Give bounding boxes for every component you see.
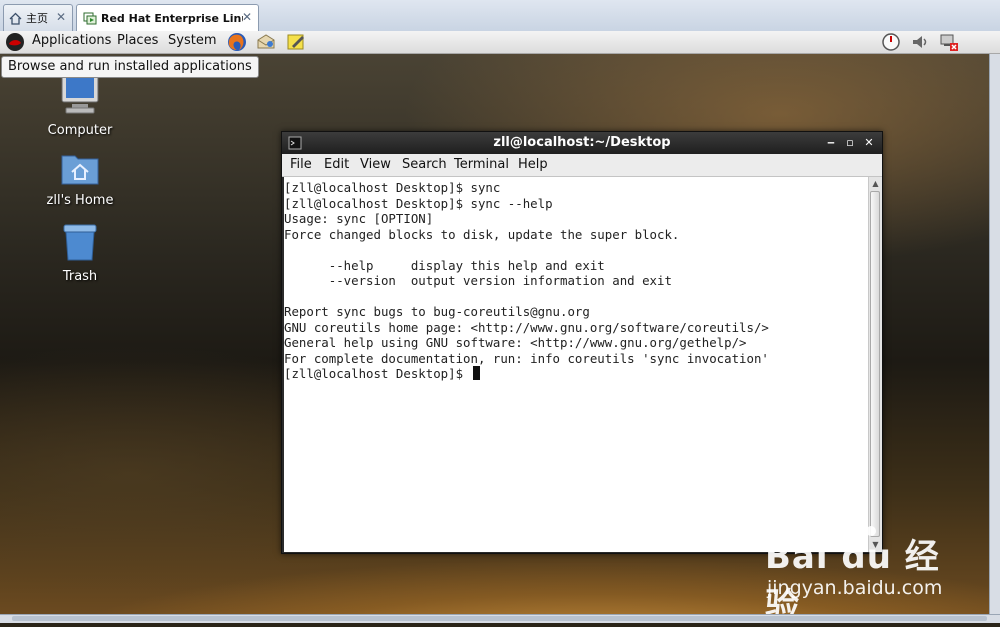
tab-home[interactable]: 主页 ✕: [3, 4, 73, 31]
terminal-text: [zll@localhost Desktop]$ sync [zll@local…: [284, 177, 868, 382]
host-vertical-scrollbar[interactable]: [989, 54, 1000, 614]
terminal-line: --version output version information and…: [328, 273, 672, 288]
maximize-icon[interactable]: ▫: [842, 135, 858, 151]
trash-icon: [63, 224, 97, 261]
desktop-icon-computer[interactable]: Computer: [30, 70, 130, 138]
menu-file[interactable]: File: [290, 157, 312, 172]
desktop-icon-label: Computer: [47, 123, 113, 138]
top-panel: Applications Places System: [0, 31, 1000, 54]
terminal-menubar: File Edit View Search Terminal Help: [282, 154, 882, 177]
volume-icon[interactable]: [910, 32, 930, 52]
terminal-prompt: [zll@localhost Desktop]$: [284, 366, 471, 381]
close-icon[interactable]: ✕: [861, 135, 877, 151]
menu-edit[interactable]: Edit: [324, 157, 349, 172]
close-icon[interactable]: ✕: [242, 10, 252, 24]
terminal-app-icon: [288, 136, 302, 150]
firefox-icon[interactable]: [227, 32, 247, 52]
home-icon: [9, 12, 22, 25]
menu-terminal[interactable]: Terminal: [454, 157, 509, 172]
menu-places[interactable]: Places: [117, 33, 158, 48]
terminal-line: [zll@localhost Desktop]$ sync: [284, 180, 501, 195]
terminal-scrollbar[interactable]: ▲ ▼: [868, 177, 882, 552]
terminal-line: GNU coreutils home page: <http://www.gnu…: [284, 319, 769, 335]
menu-view[interactable]: View: [360, 157, 391, 172]
terminal-line: Report sync bugs to bug-coreutils@gnu.or…: [284, 304, 590, 319]
network-disconnected-icon[interactable]: [939, 32, 959, 52]
tab-vm[interactable]: Red Hat Enterprise Linux ... ✕: [76, 4, 259, 32]
terminal-window: zll@localhost:~/Desktop ‒ ▫ ✕ File Edit …: [281, 131, 883, 554]
tab-label: 主页: [26, 12, 48, 25]
minimize-icon[interactable]: ‒: [823, 135, 839, 151]
desktop-icon-trash[interactable]: Trash: [30, 222, 130, 284]
scroll-up-icon[interactable]: ▲: [870, 178, 881, 190]
redhat-logo-icon: [6, 33, 24, 51]
terminal-line: Usage: sync [OPTION]: [284, 211, 434, 226]
tooltip: Browse and run installed applications: [1, 56, 259, 78]
host-tab-bar: 主页 ✕ Red Hat Enterprise Linux ... ✕: [0, 0, 1000, 32]
terminal-line: Force changed blocks to disk, update the…: [284, 226, 680, 242]
vm-icon: [83, 12, 97, 25]
scroll-thumb[interactable]: [12, 616, 987, 621]
menu-system[interactable]: System: [168, 33, 216, 48]
baidu-watermark: Bai du 经验 jingyan.baidu.com: [765, 515, 965, 626]
notes-icon[interactable]: [286, 32, 306, 52]
desktop-icon-home[interactable]: zll's Home: [30, 150, 130, 208]
desktop-icon-label: Trash: [62, 269, 98, 284]
menu-help[interactable]: Help: [518, 157, 548, 172]
menu-applications[interactable]: Applications: [32, 33, 111, 48]
terminal-output[interactable]: [zll@localhost Desktop]$ sync [zll@local…: [284, 177, 868, 552]
terminal-line: General help using GNU software: <http:/…: [284, 335, 747, 350]
home-folder-icon: [61, 155, 99, 185]
scroll-thumb[interactable]: [870, 191, 880, 537]
window-title: zll@localhost:~/Desktop: [493, 135, 671, 150]
terminal-line: [zll@localhost Desktop]$ sync --help: [284, 195, 553, 211]
terminal-line: For complete documentation, run: info co…: [284, 350, 769, 366]
watermark-url: jingyan.baidu.com: [767, 577, 943, 599]
mail-icon[interactable]: [256, 32, 276, 52]
gauge-icon[interactable]: [881, 32, 901, 52]
terminal-cursor: [472, 366, 480, 380]
window-titlebar[interactable]: zll@localhost:~/Desktop ‒ ▫ ✕: [282, 132, 882, 154]
close-icon[interactable]: ✕: [56, 10, 66, 24]
menu-search[interactable]: Search: [402, 157, 447, 172]
desktop-icon-label: zll's Home: [46, 193, 114, 208]
terminal-line: --help display this help and exit: [328, 257, 605, 273]
tab-label: Red Hat Enterprise Linux ...: [101, 12, 243, 25]
